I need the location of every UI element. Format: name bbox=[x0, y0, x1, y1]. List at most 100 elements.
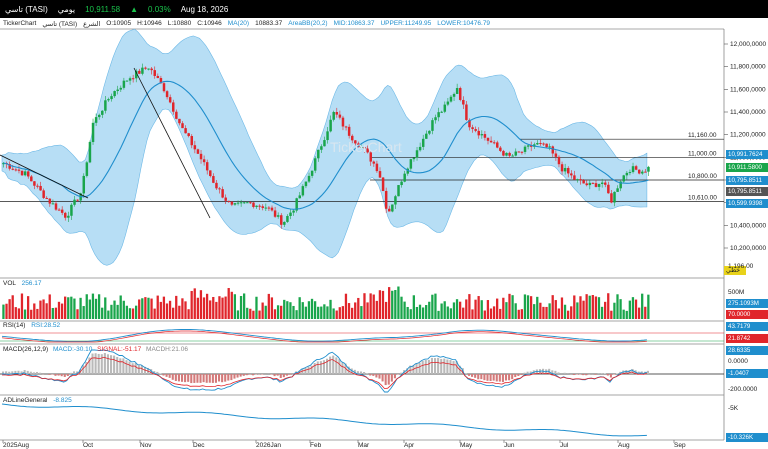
macd-hist-bar bbox=[230, 374, 233, 381]
volume-bar bbox=[415, 306, 419, 319]
macd-hist-bar bbox=[329, 356, 332, 374]
time-tick-label: May bbox=[460, 442, 473, 449]
macd-hist-bar bbox=[208, 374, 211, 383]
candle-body bbox=[489, 140, 493, 143]
volume-bar bbox=[471, 309, 474, 319]
volume-bar bbox=[196, 297, 199, 319]
volume-bar bbox=[76, 309, 79, 319]
candle-body bbox=[480, 134, 484, 136]
volume-bar bbox=[119, 295, 122, 319]
volume-bar bbox=[360, 306, 363, 319]
volume-bar bbox=[551, 295, 554, 319]
volume-bar bbox=[212, 296, 215, 319]
volume-bar bbox=[409, 309, 412, 319]
volume-bar bbox=[298, 297, 301, 319]
candle-body bbox=[338, 114, 342, 118]
volume-bar bbox=[563, 304, 567, 319]
macd-hist-bar bbox=[474, 374, 477, 378]
volume-bar bbox=[292, 305, 295, 319]
macd-hist-bar bbox=[495, 374, 498, 382]
candle-body bbox=[119, 87, 123, 90]
time-tick-label: 2025Aug bbox=[3, 442, 29, 449]
price-tick-label: 10,400,0000 bbox=[730, 222, 767, 229]
candle-body bbox=[289, 212, 292, 216]
macd-hist-bar bbox=[319, 361, 322, 374]
volume-bar bbox=[172, 307, 175, 319]
macd-label: MACD(26,12,9) MACD:-30.10 SIGNAL:-51.17 … bbox=[3, 346, 188, 353]
volume-bar bbox=[579, 296, 582, 319]
volume-bar bbox=[60, 303, 64, 319]
candle-body bbox=[91, 122, 95, 143]
volume-bar bbox=[8, 299, 11, 319]
volume-bar bbox=[400, 296, 403, 319]
volume-bar bbox=[468, 294, 471, 319]
volume-bar bbox=[51, 307, 54, 319]
volume-bar bbox=[357, 297, 360, 319]
candle-body bbox=[273, 210, 277, 217]
macd-hist-bar bbox=[332, 355, 335, 374]
macd-hist-bar bbox=[97, 353, 100, 374]
candle-body bbox=[471, 127, 474, 130]
level-label: 11,000.00 bbox=[688, 150, 717, 157]
candle-body bbox=[64, 212, 67, 218]
candle-body bbox=[375, 163, 379, 172]
macd-hist-bar bbox=[57, 374, 60, 376]
volume-bar bbox=[224, 296, 227, 319]
candle-body bbox=[193, 145, 197, 150]
volume-bar bbox=[576, 302, 579, 319]
macd-hist-bar bbox=[168, 374, 171, 378]
adline-line bbox=[1, 403, 647, 437]
macd-hist-bar bbox=[48, 374, 51, 375]
volume-bar bbox=[97, 294, 101, 319]
candle-body bbox=[631, 166, 635, 173]
volume-bar bbox=[39, 300, 42, 319]
macd-hist-bar bbox=[646, 370, 649, 374]
macd-hist-bar bbox=[464, 373, 467, 374]
candle-body bbox=[147, 68, 150, 70]
chart-canvas[interactable]: 11,160.00 11,000.00 10,800.00 10,610.00 12,… bbox=[0, 0, 768, 449]
volume-bar bbox=[165, 303, 169, 319]
volume-title: VOL bbox=[3, 280, 16, 287]
candle-body bbox=[378, 171, 382, 178]
volume-bar bbox=[79, 297, 82, 319]
candle-body bbox=[455, 88, 459, 94]
macd-hist-bar bbox=[572, 374, 575, 376]
rsi-tag-2: 21.8742 bbox=[726, 334, 768, 343]
candle-body bbox=[591, 182, 595, 184]
macd-hist-bar bbox=[137, 365, 140, 374]
adline-tag: -10.326K bbox=[726, 433, 768, 442]
time-tick-label: Mar bbox=[358, 442, 370, 449]
candle-body bbox=[14, 169, 18, 171]
macd-hist: MACDH:21.06 bbox=[146, 346, 188, 353]
volume-bar bbox=[73, 298, 76, 319]
candle-body bbox=[412, 157, 416, 160]
macd-hist-bar bbox=[227, 374, 230, 381]
candle-body bbox=[317, 149, 320, 159]
time-tick-label: Jun bbox=[504, 442, 515, 449]
macd-hist-bar bbox=[557, 372, 560, 374]
macd-hist-bar bbox=[430, 357, 433, 374]
volume-bar bbox=[141, 298, 144, 319]
candle-body bbox=[425, 133, 428, 139]
candle-body bbox=[384, 191, 388, 209]
candle-body bbox=[545, 143, 548, 148]
volume-tag-1: 275.1093M bbox=[726, 299, 768, 308]
macd-hist-bar bbox=[184, 374, 187, 383]
volume-bar bbox=[477, 296, 480, 319]
macd-hist-bar bbox=[471, 374, 474, 377]
macd-hist-bar bbox=[60, 374, 63, 377]
candle-body bbox=[554, 153, 558, 157]
candle-body bbox=[570, 173, 573, 176]
macd-hist-bar bbox=[159, 373, 162, 374]
macd-hist-bar bbox=[128, 361, 131, 374]
macd-hist-bar bbox=[100, 354, 103, 374]
macd-hist-bar bbox=[434, 358, 437, 374]
volume-bar bbox=[425, 305, 428, 319]
macd-hist-bar bbox=[32, 372, 35, 374]
time-axis: 2025Aug Oct Nov Dec 2026Jan Feb Mar Apr May Jun Ju… bbox=[2, 440, 686, 449]
volume-bar bbox=[350, 307, 354, 319]
candle-body bbox=[492, 142, 496, 144]
macd-hist-bar bbox=[400, 372, 403, 374]
volume-bar bbox=[496, 298, 499, 319]
volume-bar bbox=[548, 303, 551, 319]
